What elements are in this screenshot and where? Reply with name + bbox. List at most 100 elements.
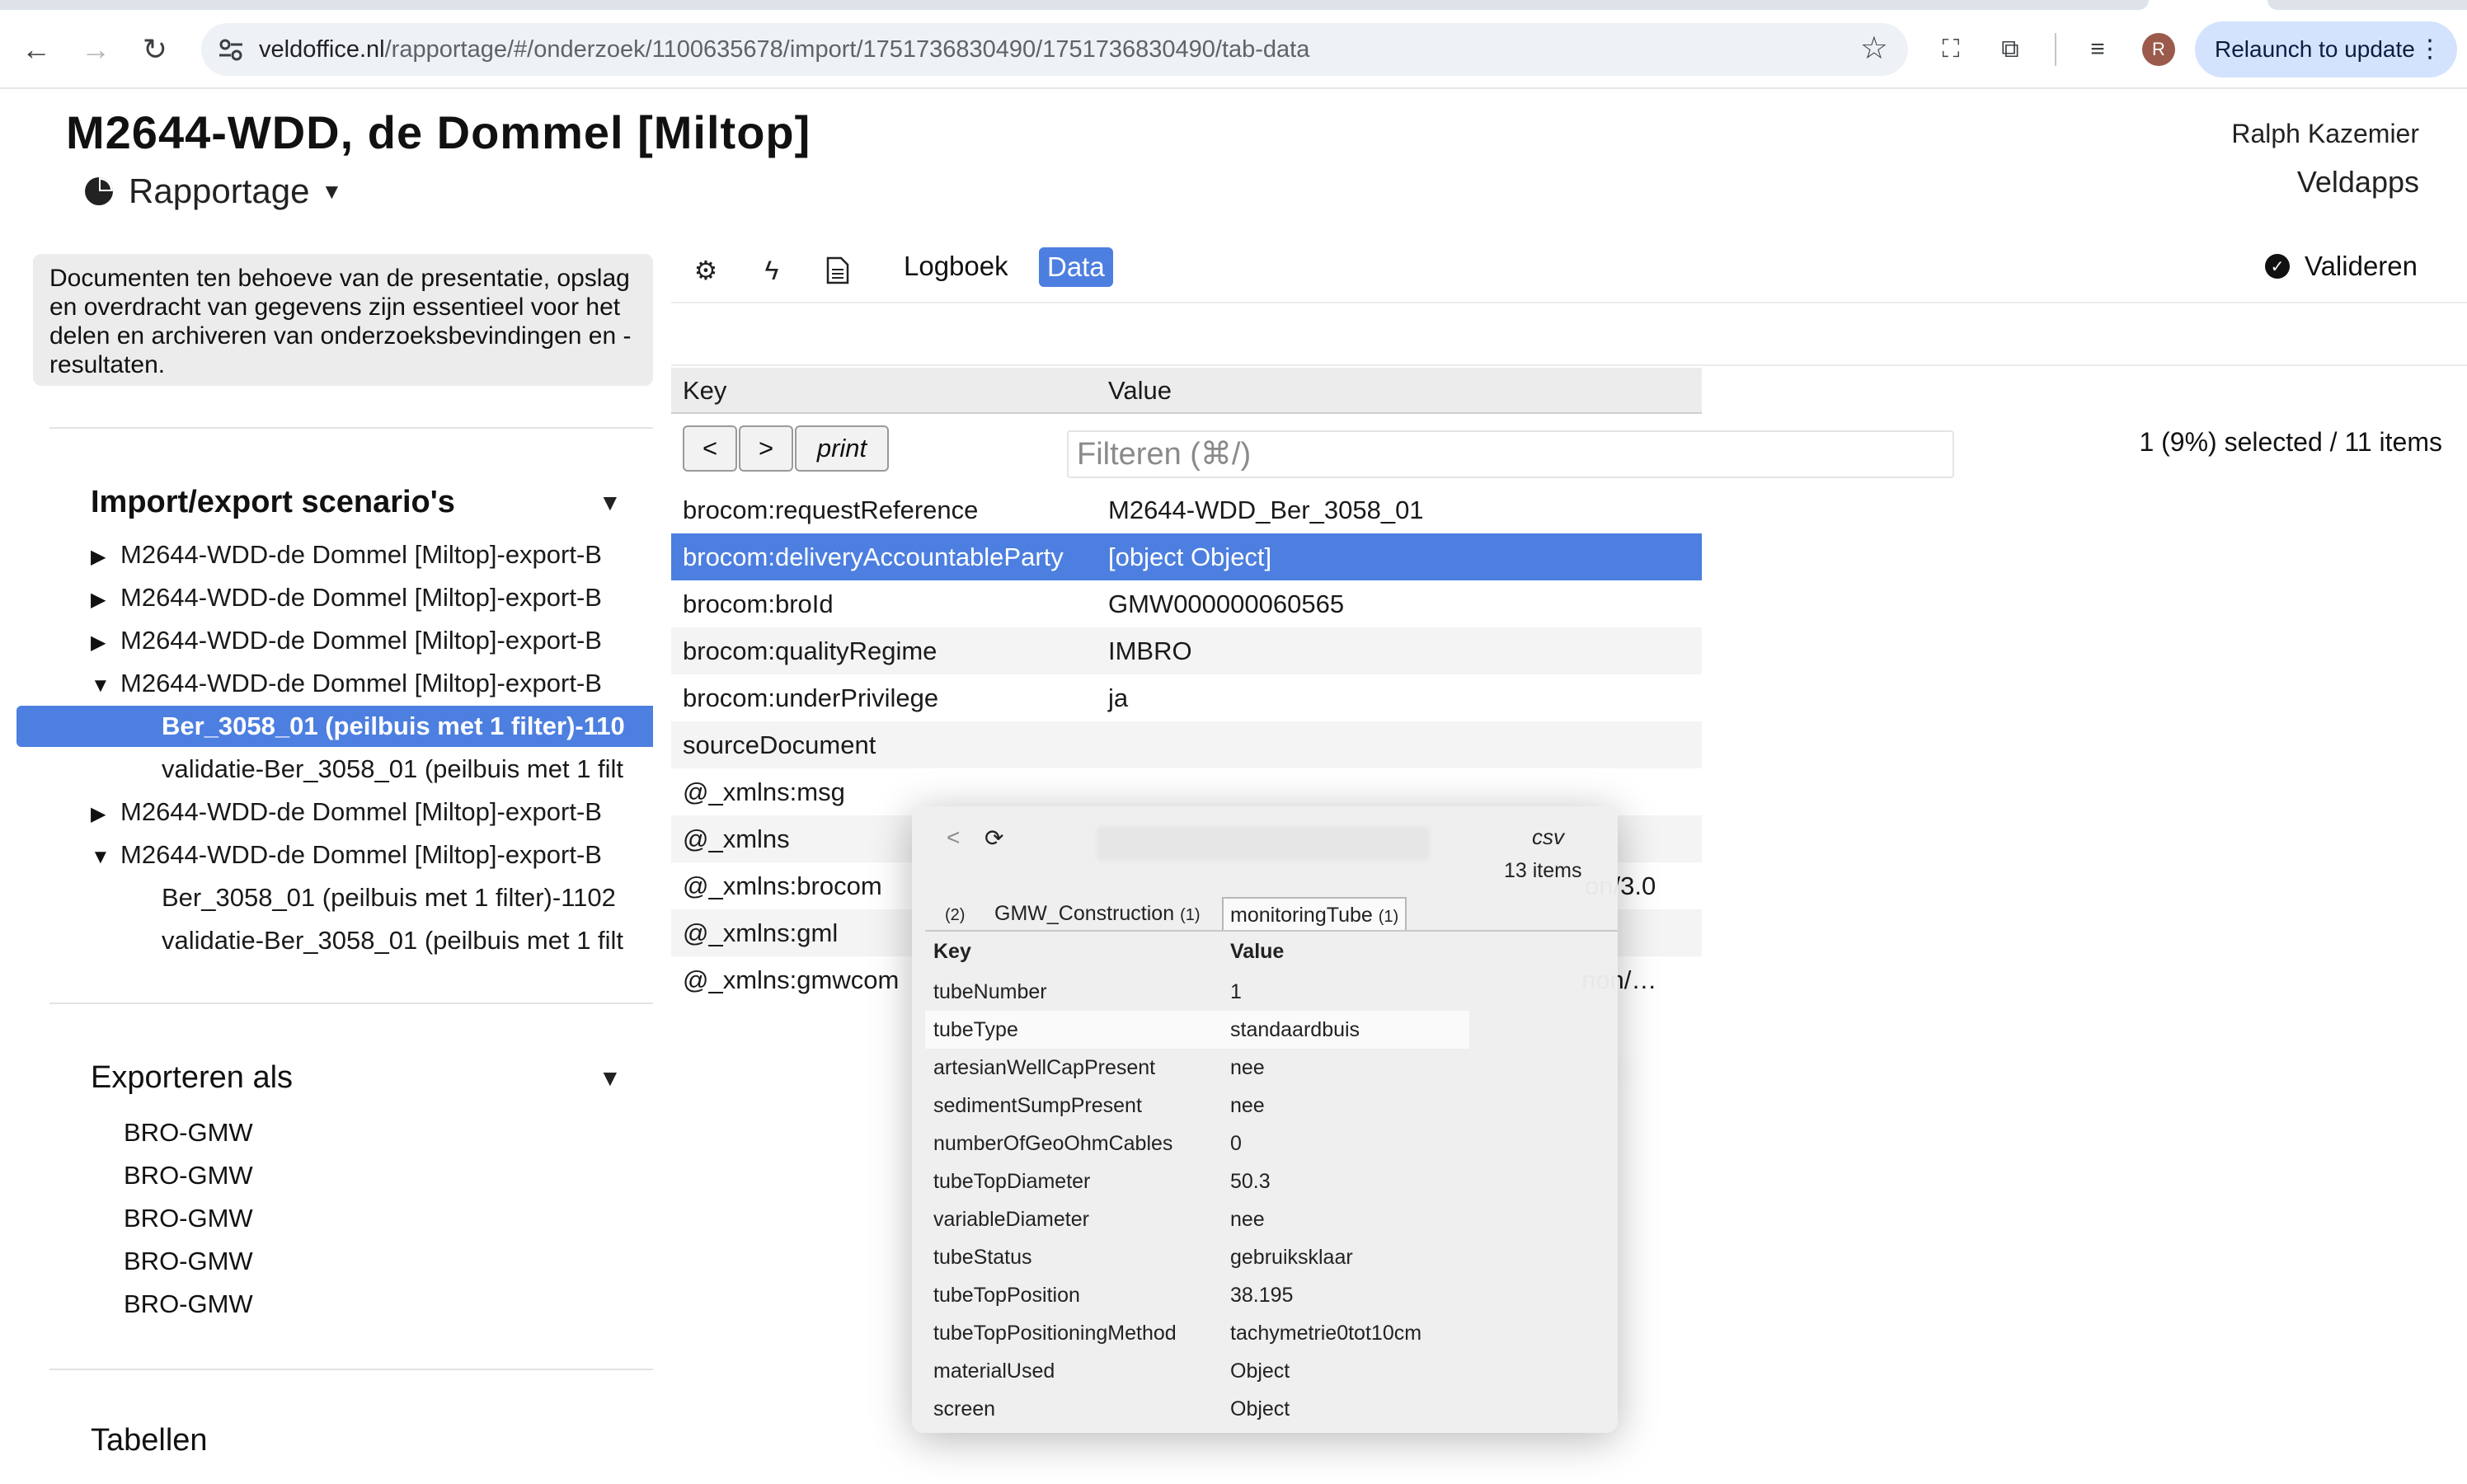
media-controls-icon[interactable]: ≡ — [2079, 31, 2116, 68]
export-item[interactable]: BRO-GMW — [124, 1204, 253, 1233]
popup-tab-label: GMW_Construction — [994, 902, 1175, 925]
csv-button[interactable]: csv — [1532, 824, 1564, 850]
export-item[interactable]: BRO-GMW — [124, 1289, 253, 1319]
column-header-value[interactable]: Value — [1108, 368, 1172, 414]
tree-item[interactable]: Ber_3058_01 (peilbuis met 1 filter)-1102 — [162, 877, 653, 918]
row-key: brocom:underPrivilege — [683, 683, 939, 712]
item-count: 13 items — [1504, 859, 1582, 882]
popup-row-key: tubeNumber — [933, 980, 1047, 1003]
popup-row[interactable]: screen Object — [925, 1390, 1603, 1428]
refresh-icon[interactable]: ⟳ — [984, 824, 1003, 852]
export-item[interactable]: BRO-GMW — [124, 1161, 253, 1190]
tree-item[interactable]: ▶ M2644-WDD-de Dommel [Miltop]-export-B — [91, 534, 653, 575]
collapse-triangle-icon[interactable]: ▼ — [91, 665, 120, 704]
row-value: GMW000000060565 — [1108, 589, 1345, 618]
popup-row[interactable]: numberOfGeoOhmCables 0 — [925, 1125, 1603, 1162]
document-icon[interactable] — [820, 252, 856, 289]
filter-input[interactable]: Filteren (⌘/) — [1067, 430, 1954, 478]
collapse-triangle-icon[interactable]: ▼ — [91, 837, 120, 876]
popup-row-value: nee — [1230, 1094, 1265, 1117]
tab-data[interactable]: Data — [1039, 247, 1113, 287]
tree-item-label: M2644-WDD-de Dommel [Miltop]-export-B — [120, 669, 602, 697]
popup-row-key: numberOfGeoOhmCables — [933, 1132, 1173, 1155]
popup-tab-monitoring-tube[interactable]: monitoringTube (1) — [1222, 897, 1407, 930]
page: M2644-WDD, de Dommel [Miltop] Rapportage… — [0, 89, 2467, 1484]
table-row-selected[interactable]: brocom:deliveryAccountableParty [object O… — [671, 533, 1702, 580]
popup-row[interactable]: tubeType standaardbuis — [925, 1011, 1469, 1049]
back-arrow-icon[interactable]: ← — [18, 31, 54, 68]
lightning-icon[interactable]: ϟ — [754, 252, 790, 289]
site-settings-icon[interactable] — [216, 35, 246, 64]
profile-avatar[interactable]: R — [2142, 33, 2175, 66]
next-button[interactable]: > — [739, 425, 793, 472]
extensions-icon[interactable]: ⧉ — [1992, 31, 2028, 68]
popup-row[interactable]: tubeTopPosition 38.195 — [925, 1276, 1603, 1314]
export-item[interactable]: BRO-GMW — [124, 1247, 253, 1276]
tab-logboek[interactable]: Logboek — [904, 251, 1008, 282]
back-chevron-icon[interactable]: < — [947, 824, 960, 851]
url-path: /rapportage/#/onderzoek/1100635678/impor… — [384, 36, 1310, 63]
table-row[interactable]: sourceDocument — [671, 721, 1702, 768]
expand-triangle-icon[interactable]: ▶ — [91, 794, 120, 833]
collapse-caret-icon[interactable]: ▼ — [599, 1065, 622, 1092]
tree-item-selected[interactable]: Ber_3058_01 (peilbuis met 1 filter)-110 — [16, 706, 653, 747]
popup-row[interactable]: variableDiameter nee — [925, 1200, 1603, 1238]
popup-row[interactable]: materialUsed Object — [925, 1352, 1603, 1390]
popup-row[interactable]: tubeTopPositioningMethod tachymetrie0tot1… — [925, 1314, 1603, 1352]
tab-strip — [0, 0, 2149, 10]
forward-arrow-icon[interactable]: → — [78, 31, 114, 68]
expand-triangle-icon[interactable]: ▶ — [91, 580, 120, 618]
content-divider — [671, 364, 2467, 366]
gear-icon[interactable]: ⚙ — [688, 252, 724, 289]
row-key: brocom:broId — [683, 589, 834, 618]
object-inspector-popup[interactable]: < ⟳ csv 13 items (2) GMW_Construction (1… — [912, 806, 1618, 1433]
screenshot-icon[interactable]: ⛶ — [1933, 31, 1969, 68]
table-row[interactable]: brocom:broId GMW000000060565 — [671, 580, 1702, 627]
bookmark-star-icon[interactable]: ☆ — [1860, 30, 1888, 67]
org-name: Veldapps — [2296, 165, 2419, 199]
popup-tab-count: (1) — [1378, 908, 1399, 926]
tree-item[interactable]: ▼ M2644-WDD-de Dommel [Miltop]-export-B — [91, 834, 653, 876]
address-bar[interactable]: veldoffice.nl/rapportage/#/onderzoek/110… — [201, 23, 1908, 76]
validate-button[interactable]: ✓ Valideren — [2265, 251, 2418, 282]
table-row[interactable]: brocom:qualityRegime IMBRO — [671, 627, 1702, 674]
tree-item[interactable]: ▶ M2644-WDD-de Dommel [Miltop]-export-B — [91, 577, 653, 618]
user-name[interactable]: Ralph Kazemier — [2231, 119, 2419, 149]
row-key: @_xmlns:msg — [683, 777, 845, 806]
popup-row[interactable]: tubeTopDiameter 50.3 — [925, 1162, 1603, 1200]
prev-button[interactable]: < — [683, 425, 737, 472]
expand-triangle-icon[interactable]: ▶ — [91, 622, 120, 661]
tree-item[interactable]: ▶ M2644-WDD-de Dommel [Miltop]-export-B — [91, 791, 653, 833]
popup-row-key: tubeType — [933, 1018, 1018, 1041]
export-title: Exporteren als — [91, 1060, 294, 1095]
relaunch-label: Relaunch to update — [2215, 36, 2415, 62]
row-key: @_xmlns — [683, 824, 790, 853]
popup-tab-gmw-construction[interactable]: GMW_Construction (1) — [994, 897, 1201, 930]
popup-row[interactable]: tubeStatus gebruiksklaar — [925, 1238, 1603, 1276]
table-row[interactable]: brocom:requestReference M2644-WDD_Ber_305… — [671, 486, 1702, 533]
tree-item[interactable]: validatie-Ber_3058_01 (peilbuis met 1 fi… — [162, 749, 653, 790]
table-row[interactable]: brocom:underPrivilege ja — [671, 674, 1702, 721]
tree-item[interactable]: ▼ M2644-WDD-de Dommel [Miltop]-export-B — [91, 663, 653, 704]
rapportage-menu[interactable]: Rapportage ▼ — [82, 171, 342, 211]
reload-icon[interactable]: ↻ — [137, 31, 173, 68]
popup-row[interactable]: sedimentSumpPresent nee — [925, 1087, 1603, 1125]
popup-tab-divider — [925, 930, 1618, 932]
more-menu-icon[interactable]: ⋮ — [2418, 21, 2442, 77]
print-button[interactable]: print — [795, 425, 889, 472]
relaunch-button[interactable]: Relaunch to update ⋮ — [2195, 21, 2457, 77]
divider — [49, 1369, 653, 1370]
tree-item[interactable]: ▶ M2644-WDD-de Dommel [Miltop]-export-B — [91, 620, 653, 661]
column-header-key[interactable]: Key — [683, 368, 726, 414]
collapse-caret-icon[interactable]: ▼ — [599, 490, 622, 516]
popup-tab[interactable]: (2) — [945, 897, 965, 930]
blurred-field — [1097, 826, 1430, 861]
expand-triangle-icon[interactable]: ▶ — [91, 537, 120, 575]
tree-item[interactable]: validatie-Ber_3058_01 (peilbuis met 1 fi… — [162, 920, 653, 961]
export-item[interactable]: BRO-GMW — [124, 1118, 253, 1148]
popup-row[interactable]: tubeNumber 1 — [925, 973, 1603, 1011]
tree-item-label: validatie-Ber_3058_01 (peilbuis met 1 fi… — [162, 754, 624, 783]
row-key: @_xmlns:gmwcom — [683, 965, 900, 994]
popup-row[interactable]: artesianWellCapPresent nee — [925, 1049, 1603, 1087]
row-value: [object Object] — [1108, 542, 1272, 571]
